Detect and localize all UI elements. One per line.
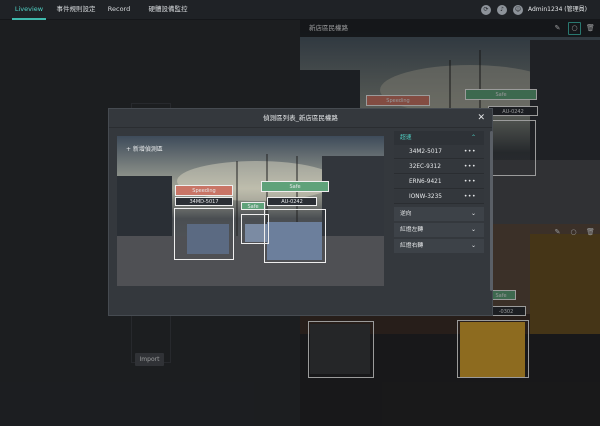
- zone-group-red-right[interactable]: 紅燈右轉 ⌄: [394, 239, 484, 253]
- zone-group-label: 紅燈左轉: [400, 227, 424, 233]
- more-icon[interactable]: •••: [464, 190, 476, 204]
- vehicle-box: [264, 209, 326, 263]
- close-icon[interactable]: ✕: [477, 113, 485, 123]
- vehicle-box: [174, 208, 234, 260]
- zone-item-label: 34M2-5017: [409, 149, 442, 155]
- zone-group-label: 逆向: [400, 211, 412, 217]
- zone-item-label: ERN6-9421: [409, 179, 442, 185]
- zone-list: 超速 ⌃ 34M2-5017 ••• 32EC-9312 ••• ERN6-94…: [394, 128, 489, 313]
- chevron-up-icon: ⌃: [470, 134, 476, 141]
- plate-tag: AU-0242: [267, 197, 317, 206]
- zone-list-scrollbar[interactable]: [490, 131, 493, 291]
- tab-liveview[interactable]: Liveview: [10, 0, 48, 20]
- zone-group-label: 超速: [400, 135, 412, 141]
- speeding-tag: Speeding: [175, 185, 233, 196]
- safe-tag: Safe: [261, 181, 329, 192]
- zone-group-red-left[interactable]: 紅燈左轉 ⌄: [394, 223, 484, 237]
- zone-item[interactable]: 32EC-9312 •••: [394, 160, 484, 174]
- user-name[interactable]: Admin1234 (管理員): [528, 0, 587, 20]
- zone-group-wrong-way[interactable]: 逆向 ⌄: [394, 207, 484, 221]
- zone-group-label: 紅燈右轉: [400, 243, 424, 249]
- add-zone-button[interactable]: + 新增偵測區: [126, 144, 163, 153]
- tab-event-rules[interactable]: 事件規則設定: [55, 0, 97, 20]
- zone-item-label: IONW-3235: [409, 194, 442, 200]
- zone-list-modal: 偵測區列表_新店區民權路 ✕ + 新增偵測區 Speeding Safe 34M…: [108, 108, 493, 316]
- zone-item[interactable]: ERN6-9421 •••: [394, 175, 484, 189]
- user-icon[interactable]: ☺: [513, 5, 523, 15]
- more-icon[interactable]: •••: [464, 175, 476, 189]
- safe-tag-small: Safe: [241, 202, 265, 210]
- more-icon[interactable]: •••: [464, 160, 476, 174]
- chevron-down-icon: ⌄: [470, 226, 476, 233]
- chevron-down-icon: ⌄: [470, 210, 476, 217]
- plate-tag: 34MD-5017: [175, 197, 233, 206]
- preview-scene: [117, 136, 384, 286]
- more-icon[interactable]: •••: [464, 145, 476, 159]
- zone-group-speeding[interactable]: 超速 ⌃: [394, 131, 484, 145]
- camera-preview[interactable]: + 新增偵測區 Speeding Safe 34MD-5017 AU-0242 …: [117, 136, 384, 286]
- chevron-down-icon: ⌄: [470, 242, 476, 249]
- modal-title: 偵測區列表_新店區民權路: [109, 109, 492, 128]
- zone-item[interactable]: 34M2-5017 •••: [394, 145, 484, 159]
- refresh-icon[interactable]: ⟳: [481, 5, 491, 15]
- tab-record[interactable]: Record: [104, 0, 134, 20]
- zone-item[interactable]: IONW-3235 •••: [394, 190, 484, 204]
- top-navigation-bar: Liveview 事件規則設定 Record 硬體設備監控 ⟳ ♪ ☺ Admi…: [0, 0, 600, 20]
- tab-hardware-monitor[interactable]: 硬體設備監控: [141, 0, 195, 20]
- vehicle-box: [241, 214, 269, 244]
- bell-icon[interactable]: ♪: [497, 5, 507, 15]
- zone-item-label: 32EC-9312: [409, 164, 441, 170]
